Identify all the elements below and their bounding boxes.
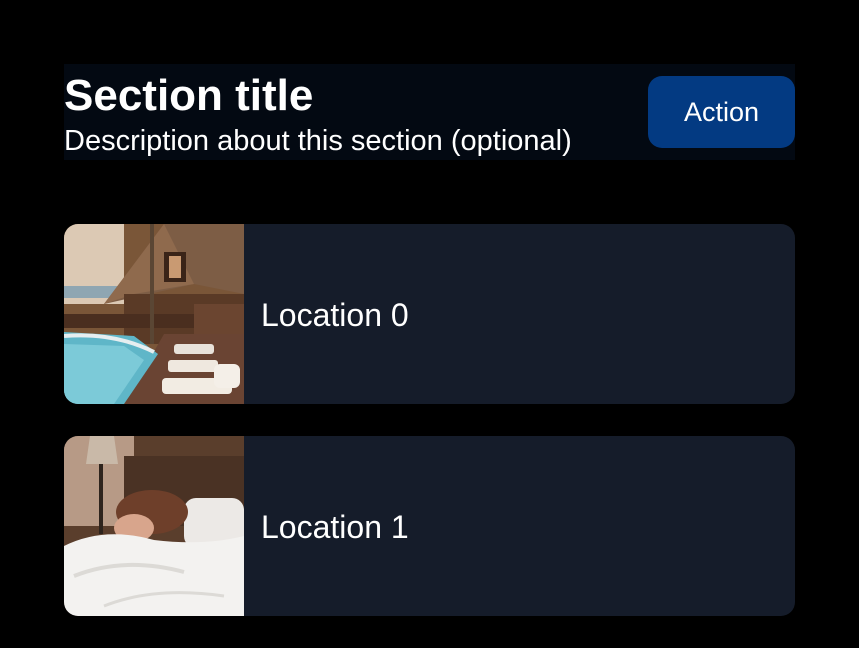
location-label-0: Location 0: [261, 297, 409, 333]
location-label-1: Location 1: [261, 509, 409, 545]
person-in-bed-photo: [64, 436, 244, 616]
location-card-0[interactable]: Location 0: [64, 224, 795, 404]
resort-pool-photo: [64, 224, 244, 404]
location-card-1[interactable]: Location 1: [64, 436, 795, 616]
section-description: Description about this section (optional…: [64, 125, 572, 157]
action-button[interactable]: Action: [648, 76, 795, 148]
section-header: Section title Description about this sec…: [64, 64, 795, 160]
section-title: Section title: [64, 71, 314, 120]
